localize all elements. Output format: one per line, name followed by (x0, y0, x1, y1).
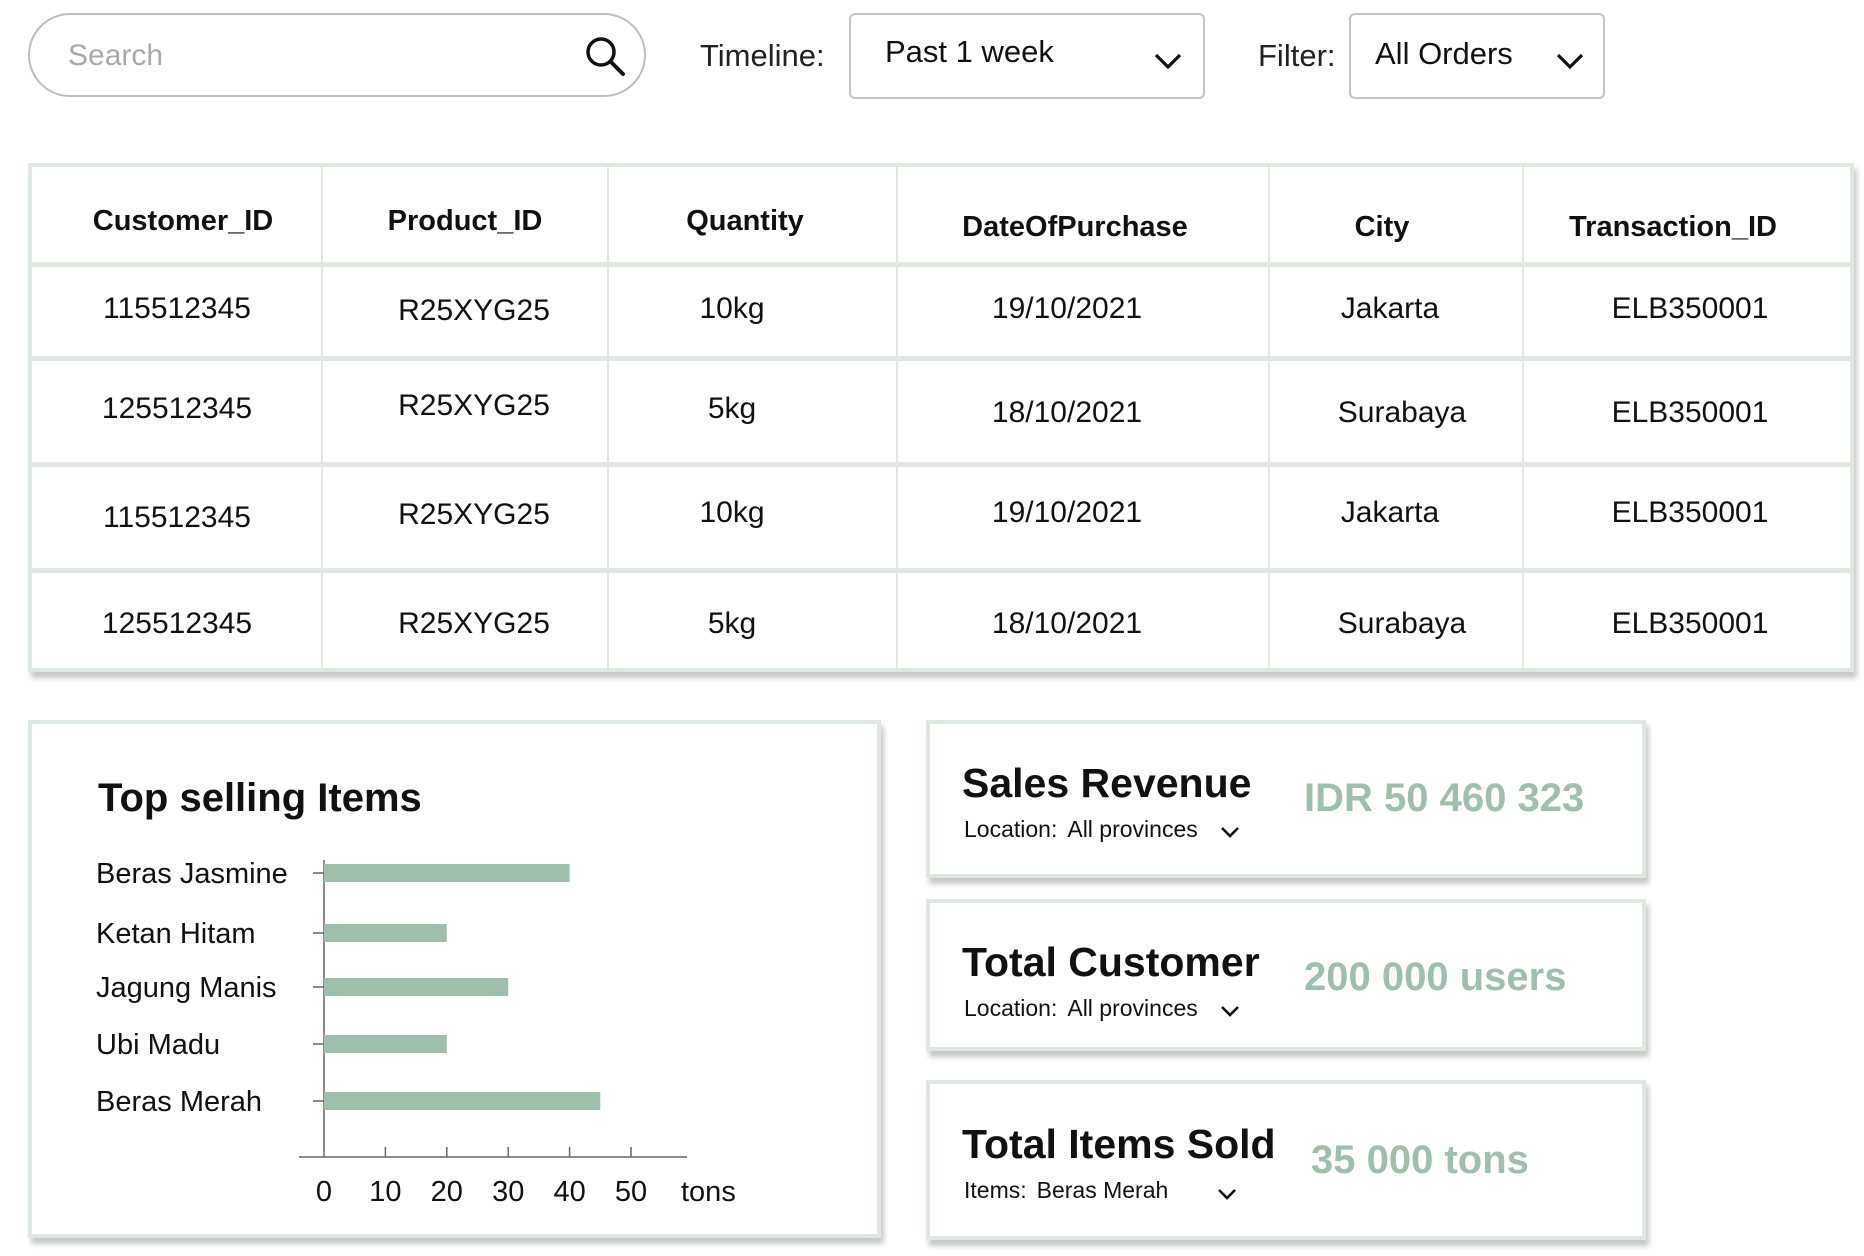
x-tick-label: 10 (369, 1176, 401, 1208)
location-selected-value: All provinces (1067, 995, 1198, 1021)
search-icon[interactable] (584, 35, 626, 77)
row-divider (32, 462, 1850, 467)
bar (324, 978, 509, 996)
sales-revenue-card: Sales Revenue Location: All provinces IDR… (926, 720, 1646, 878)
total-customer-card: Total Customer Location: All provinces 20… (926, 899, 1646, 1051)
table-cell: 125512345 (101, 392, 253, 425)
column-header[interactable]: DateOfPurchase (962, 211, 1188, 244)
category-label: Jagung Manis (96, 972, 277, 1004)
column-header[interactable]: Transaction_ID (1569, 211, 1777, 244)
search-input[interactable] (66, 33, 570, 79)
chevron-down-icon[interactable] (1217, 1187, 1237, 1201)
category-label: Ubi Madu (96, 1029, 220, 1061)
column-header[interactable]: Customer_ID (93, 205, 274, 238)
chevron-down-icon[interactable] (1220, 1004, 1240, 1018)
total-customer-value: 200 000 users (1304, 955, 1567, 999)
x-tick-label: 50 (615, 1176, 647, 1208)
chevron-down-icon[interactable] (1220, 825, 1240, 839)
customer-location-filter[interactable]: Location: All provinces (964, 995, 1198, 1022)
items-filter[interactable]: Items: Beras Merah (964, 1177, 1168, 1204)
search-box[interactable] (28, 13, 646, 97)
table-cell: 10kg (699, 496, 765, 529)
sales-revenue-value: IDR 50 460 323 (1304, 776, 1585, 820)
x-tick-label: 0 (316, 1176, 332, 1208)
table-cell: 5kg (707, 392, 757, 425)
category-label: Beras Merah (96, 1086, 262, 1118)
location-label: Location: (964, 816, 1058, 842)
bar (324, 924, 447, 942)
revenue-location-filter[interactable]: Location: All provinces (964, 816, 1198, 843)
bar (324, 1092, 601, 1110)
x-tick-label: 30 (492, 1176, 524, 1208)
total-items-value: 35 000 tons (1311, 1138, 1529, 1182)
table-cell: 19/10/2021 (991, 496, 1143, 529)
column-divider (1522, 167, 1524, 668)
table-cell: Jakarta (1340, 292, 1440, 325)
column-header[interactable]: Product_ID (388, 205, 543, 238)
total-items-card: Total Items Sold Items: Beras Merah 35 00… (926, 1080, 1646, 1240)
table-cell: Surabaya (1337, 607, 1467, 640)
x-axis-unit-label: tons (681, 1176, 736, 1208)
row-divider (32, 262, 1850, 267)
location-label: Location: (964, 995, 1058, 1021)
table-cell: R25XYG25 (398, 294, 550, 327)
chevron-down-icon[interactable] (1555, 51, 1585, 71)
column-divider (1268, 167, 1270, 668)
table-cell: 18/10/2021 (991, 607, 1143, 640)
column-header[interactable]: Quantity (686, 205, 804, 238)
table-cell: R25XYG25 (398, 389, 550, 422)
row-divider (32, 568, 1850, 573)
timeline-selected-value: Past 1 week (885, 34, 1054, 69)
table-cell: 10kg (699, 292, 765, 325)
timeline-dropdown[interactable]: Past 1 week (849, 13, 1205, 99)
table-cell: ELB350001 (1611, 496, 1769, 529)
table-cell: ELB350001 (1611, 607, 1769, 640)
top-selling-card: Top selling Items Beras Jasmine Ketan Hit… (28, 720, 881, 1238)
filter-label: Filter: (1258, 38, 1336, 73)
table-cell: 115512345 (103, 501, 251, 534)
table-cell: ELB350001 (1611, 292, 1769, 325)
filter-selected-value: All Orders (1375, 36, 1513, 71)
table-cell: 18/10/2021 (991, 396, 1143, 429)
location-selected-value: All provinces (1067, 816, 1198, 842)
table-cell: 115512345 (103, 292, 251, 325)
x-tick-label: 40 (553, 1176, 585, 1208)
column-divider (321, 167, 323, 668)
chevron-down-icon[interactable] (1153, 51, 1183, 71)
column-divider (607, 167, 609, 668)
items-selected-value: Beras Merah (1036, 1177, 1169, 1203)
table-cell: 19/10/2021 (991, 292, 1143, 325)
table-cell: 125512345 (101, 607, 253, 640)
column-header[interactable]: City (1355, 211, 1410, 244)
column-divider (896, 167, 898, 668)
row-divider (32, 356, 1850, 361)
total-items-title: Total Items Sold (962, 1121, 1276, 1167)
bar (324, 1035, 447, 1053)
table-cell: Jakarta (1340, 496, 1440, 529)
bar (324, 864, 570, 882)
category-label: Ketan Hitam (96, 918, 256, 950)
table-cell: R25XYG25 (398, 498, 550, 531)
table-cell: Surabaya (1337, 396, 1467, 429)
table-cell: 5kg (707, 607, 757, 640)
filter-dropdown[interactable]: All Orders (1349, 13, 1605, 99)
timeline-label: Timeline: (700, 38, 825, 73)
table-cell: ELB350001 (1611, 396, 1769, 429)
items-label: Items: (964, 1177, 1027, 1203)
top-selling-chart: Beras Jasmine Ketan Hitam Jagung Manis Ubi … (96, 858, 736, 1208)
x-tick-label: 20 (431, 1176, 463, 1208)
table-cell: R25XYG25 (398, 607, 550, 640)
sales-revenue-title: Sales Revenue (962, 760, 1252, 806)
category-label: Beras Jasmine (96, 858, 288, 890)
total-customer-title: Total Customer (962, 939, 1260, 985)
orders-table: Customer_ID Product_ID Quantity DateOfPu… (28, 163, 1854, 672)
